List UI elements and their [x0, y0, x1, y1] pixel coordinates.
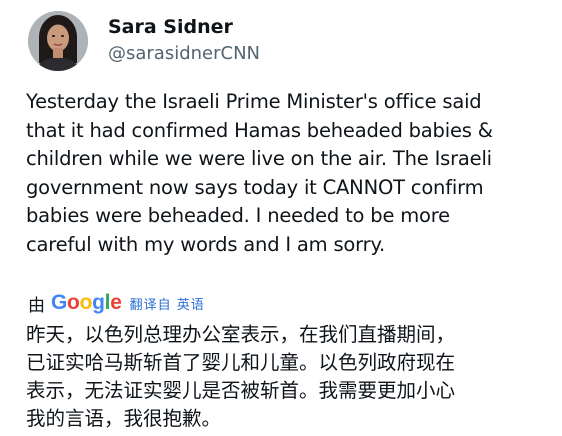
google-logo-letter: o [67, 291, 80, 314]
translated-text: 昨天，以色列总理办公室表示，在我们直播期间， 已证实哈马斯斩首了婴儿和儿童。以色… [26, 323, 456, 430]
google-logo: Google [51, 291, 122, 315]
by-label: 由 [28, 295, 45, 316]
google-logo-letter: g [92, 291, 105, 314]
user-handle[interactable]: @sarasidnerCNN [108, 41, 260, 67]
tweet-text: Yesterday the Israeli Prime Minister's o… [26, 90, 493, 256]
display-name[interactable]: Sara Sidner [108, 15, 260, 39]
translated-from-link[interactable]: 翻译自 英语 [130, 294, 205, 313]
google-logo-letter: G [51, 291, 68, 314]
profile-photo-icon [28, 11, 88, 71]
google-logo-letter: o [79, 291, 93, 314]
avatar[interactable] [28, 11, 88, 71]
tweet-header: Sara Sidner @sarasidnerCNN [28, 10, 260, 72]
google-logo-letter: e [110, 291, 122, 314]
translation-attribution: 由 Google 翻译自 英语 [28, 289, 205, 317]
author-names: Sara Sidner @sarasidnerCNN [108, 15, 260, 67]
